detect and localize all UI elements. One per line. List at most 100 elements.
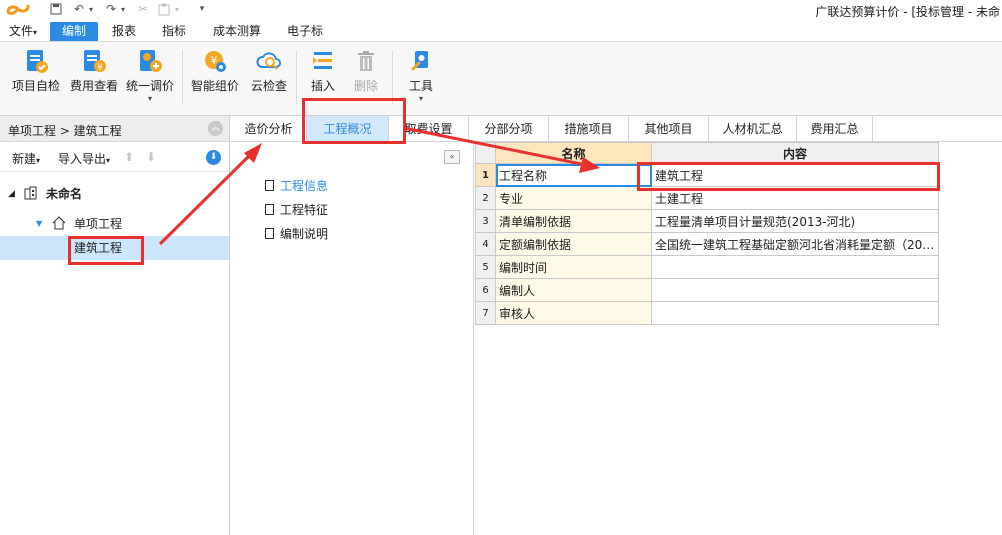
row-number-header <box>475 142 496 164</box>
row-number[interactable]: 2 <box>475 186 496 210</box>
overview-nav-panel: « 工程信息 工程特征 编制说明 <box>231 142 474 535</box>
document-icon <box>265 228 274 239</box>
redo-icon[interactable]: ↷ <box>104 1 118 17</box>
column-header-name[interactable]: 名称 <box>495 142 652 164</box>
move-down-icon[interactable]: ⬇ <box>146 150 156 164</box>
new-button-label: 新建 <box>12 152 37 166</box>
undo-dropdown-icon[interactable]: ▾ <box>86 1 96 17</box>
row-number[interactable]: 6 <box>475 278 496 302</box>
menu-reports[interactable]: 报表 <box>104 22 144 41</box>
tab-other-items-label: 其他项目 <box>644 122 693 136</box>
price-adjust-icon <box>140 50 162 72</box>
name-cell[interactable]: 工程名称 <box>495 163 652 187</box>
collapse-left-icon[interactable]: « <box>444 150 460 164</box>
insert-label: 插入 <box>310 79 335 93</box>
nav-project-info[interactable]: 工程信息 <box>265 176 328 196</box>
tab-measure-items[interactable]: 措施项目 <box>549 116 629 142</box>
ribbon-divider <box>392 50 393 104</box>
expand-triangle-icon[interactable]: ◢ <box>8 182 15 206</box>
content-cell[interactable]: 全国统一建筑工程基础定额河北省消耗量定额（2012） <box>651 232 939 256</box>
tab-divisional-items[interactable]: 分部分项 <box>469 116 549 142</box>
content-cell[interactable] <box>651 278 939 302</box>
row-number[interactable]: 4 <box>475 232 496 256</box>
tools-label: 工具 <box>408 79 433 93</box>
save-icon[interactable] <box>48 1 64 17</box>
tree-node-project-label: 未命名 <box>46 187 83 201</box>
table-row[interactable]: 3 清单编制依据 工程量清单项目计量规范(2013-河北) <box>475 209 939 233</box>
menu-indicators-label: 指标 <box>161 24 186 38</box>
table-row[interactable]: 7 审核人 <box>475 301 939 325</box>
tree-node-single-project[interactable]: ▼ 单项工程 <box>0 212 229 236</box>
cloud-check-button[interactable]: 云检查 <box>246 46 292 110</box>
paste-dropdown-icon[interactable]: ▾ <box>172 1 182 17</box>
project-self-check-label: 项目自检 <box>11 79 60 93</box>
content-cell[interactable] <box>651 255 939 279</box>
content-cell[interactable]: 工程量清单项目计量规范(2013-河北) <box>651 209 939 233</box>
tab-cost-analysis[interactable]: 造价分析 <box>231 116 307 142</box>
tab-labor-material-machine[interactable]: 人材机汇总 <box>709 116 797 142</box>
expand-triangle-icon[interactable]: ▼ <box>36 212 42 236</box>
document-icon <box>265 180 274 191</box>
project-tree-toolbar: 新建▾ 导入导出▾ ⬆ ⬇ ⬇ <box>0 142 229 172</box>
undo-icon[interactable]: ↶ <box>72 1 86 17</box>
glodon-logo-icon <box>6 4 30 15</box>
collapse-panel-icon[interactable]: ︽ <box>208 121 223 136</box>
name-cell[interactable]: 定额编制依据 <box>495 232 652 256</box>
move-up-icon[interactable]: ⬆ <box>124 150 134 164</box>
table-row[interactable]: 4 定额编制依据 全国统一建筑工程基础定额河北省消耗量定额（2012） <box>475 232 939 256</box>
import-export-label: 导入导出 <box>58 152 107 166</box>
name-cell[interactable]: 编制人 <box>495 278 652 302</box>
tab-measure-items-label: 措施项目 <box>564 122 613 136</box>
menu-indicators[interactable]: 指标 <box>154 22 194 41</box>
annotation-box-overview-tab <box>302 98 406 144</box>
import-export-button[interactable]: 导入导出▾ <box>58 150 110 167</box>
tab-divisional-items-label: 分部分项 <box>484 122 533 136</box>
nav-project-info-label: 工程信息 <box>280 179 329 193</box>
redo-dropdown-icon[interactable]: ▾ <box>118 1 128 17</box>
row-number[interactable]: 1 <box>475 163 496 187</box>
tree-node-single-project-label: 单项工程 <box>74 217 123 231</box>
menu-compile[interactable]: 编制 <box>50 22 98 41</box>
tab-cost-summary[interactable]: 费用汇总 <box>797 116 873 142</box>
delete-label: 删除 <box>353 79 378 93</box>
name-cell[interactable]: 编制时间 <box>495 255 652 279</box>
smart-price-icon: ¥ <box>205 51 226 72</box>
nav-compile-notes-label: 编制说明 <box>280 227 329 241</box>
cloud-check-icon <box>256 52 281 70</box>
tab-cost-summary-label: 费用汇总 <box>810 122 859 136</box>
new-button[interactable]: 新建▾ <box>12 150 40 167</box>
cut-icon[interactable]: ✂ <box>136 1 150 17</box>
menu-e-bid[interactable]: 电子标 <box>280 22 330 41</box>
nav-project-features[interactable]: 工程特征 <box>265 200 328 220</box>
cloud-check-label: 云检查 <box>250 79 287 93</box>
paste-icon[interactable] <box>156 1 172 17</box>
row-number[interactable]: 7 <box>475 301 496 325</box>
column-header-content[interactable]: 内容 <box>651 142 939 164</box>
name-cell[interactable]: 审核人 <box>495 301 652 325</box>
content-cell[interactable] <box>651 301 939 325</box>
tree-node-project[interactable]: ◢ 未命名 <box>0 182 229 206</box>
tools-button[interactable]: 工具 ▾ <box>400 46 442 110</box>
nav-compile-notes[interactable]: 编制说明 <box>265 224 328 244</box>
name-cell[interactable]: 清单编制依据 <box>495 209 652 233</box>
smart-pricing-button[interactable]: ¥ 智能组价 <box>186 46 244 110</box>
ribbon-divider <box>296 50 297 104</box>
quick-access-menu-icon[interactable]: ▾ <box>196 1 208 17</box>
chevron-down-icon: ▾ <box>36 156 41 165</box>
fee-view-button[interactable]: ¥ 费用查看 <box>66 46 122 110</box>
project-self-check-button[interactable]: 项目自检 <box>6 46 66 110</box>
expand-down-icon[interactable]: ⬇ <box>206 150 221 165</box>
menu-cost-estimate[interactable]: 成本测算 <box>206 22 268 41</box>
name-cell[interactable]: 专业 <box>495 186 652 210</box>
row-number[interactable]: 5 <box>475 255 496 279</box>
table-row[interactable]: 6 编制人 <box>475 278 939 302</box>
menu-file[interactable]: 文件▾ <box>6 22 40 41</box>
table-row[interactable]: 5 编制时间 <box>475 255 939 279</box>
tab-other-items[interactable]: 其他项目 <box>629 116 709 142</box>
home-icon <box>52 212 66 236</box>
title-bar: ↶ ▾ ↷ ▾ ✂ ▾ ▾ 广联达预算计价 - [投标管理 - 未命 <box>0 0 1002 20</box>
row-number[interactable]: 3 <box>475 209 496 233</box>
menu-reports-label: 报表 <box>111 24 136 38</box>
unified-price-adjust-label: 统一调价 <box>125 79 174 93</box>
unified-price-adjust-button[interactable]: 统一调价 ▾ <box>122 46 178 110</box>
